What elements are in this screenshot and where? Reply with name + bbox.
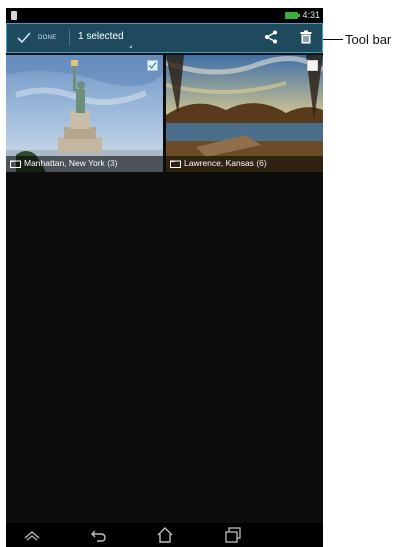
recent-apps-icon[interactable] [224, 526, 242, 544]
callout-line [323, 39, 343, 40]
back-icon[interactable] [90, 526, 108, 544]
done-button[interactable]: DONE [10, 24, 68, 51]
done-label: DONE [38, 34, 57, 41]
album-count: (6) [256, 158, 267, 168]
trash-icon[interactable] [300, 30, 312, 44]
toolbar-divider [69, 29, 70, 46]
home-icon[interactable] [156, 526, 174, 544]
status-time: 4:31 [302, 10, 320, 20]
album-title: Lawrence, Kansas (6) [184, 158, 267, 168]
selection-count-label[interactable]: 1 selected [78, 31, 124, 42]
album-label-bar: Lawrence, Kansas (6) [166, 156, 323, 172]
album-label-bar: Manhattan, New York (3) [6, 156, 163, 172]
selection-checkbox[interactable] [147, 60, 158, 71]
battery-icon [285, 12, 300, 19]
album-grid: Manhattan, New York (3) Lawrence, Kansas… [6, 55, 323, 173]
album-thumbnail-statue [6, 55, 163, 172]
action-toolbar: DONE 1 selected [6, 23, 323, 53]
navigation-bar [6, 523, 323, 547]
album-thumbnail-lake [166, 55, 323, 172]
album-tile[interactable]: Lawrence, Kansas (6) [166, 55, 323, 172]
recent-up-icon[interactable] [23, 526, 41, 544]
checkmark-icon [17, 31, 31, 43]
folder-icon [170, 160, 181, 168]
album-title: Manhattan, New York (3) [24, 158, 118, 168]
dropdown-caret-icon [129, 45, 132, 48]
notification-icon [11, 11, 17, 20]
callout-label: Tool bar [345, 32, 392, 47]
album-count: (3) [107, 158, 118, 168]
tablet-screen: 4:31 DONE 1 selected Manhattan, New York… [6, 8, 323, 547]
folder-icon [10, 160, 21, 168]
share-icon[interactable] [264, 30, 278, 44]
album-tile[interactable]: Manhattan, New York (3) [6, 55, 163, 172]
selection-checkbox[interactable] [307, 60, 318, 71]
status-bar: 4:31 [6, 8, 323, 23]
